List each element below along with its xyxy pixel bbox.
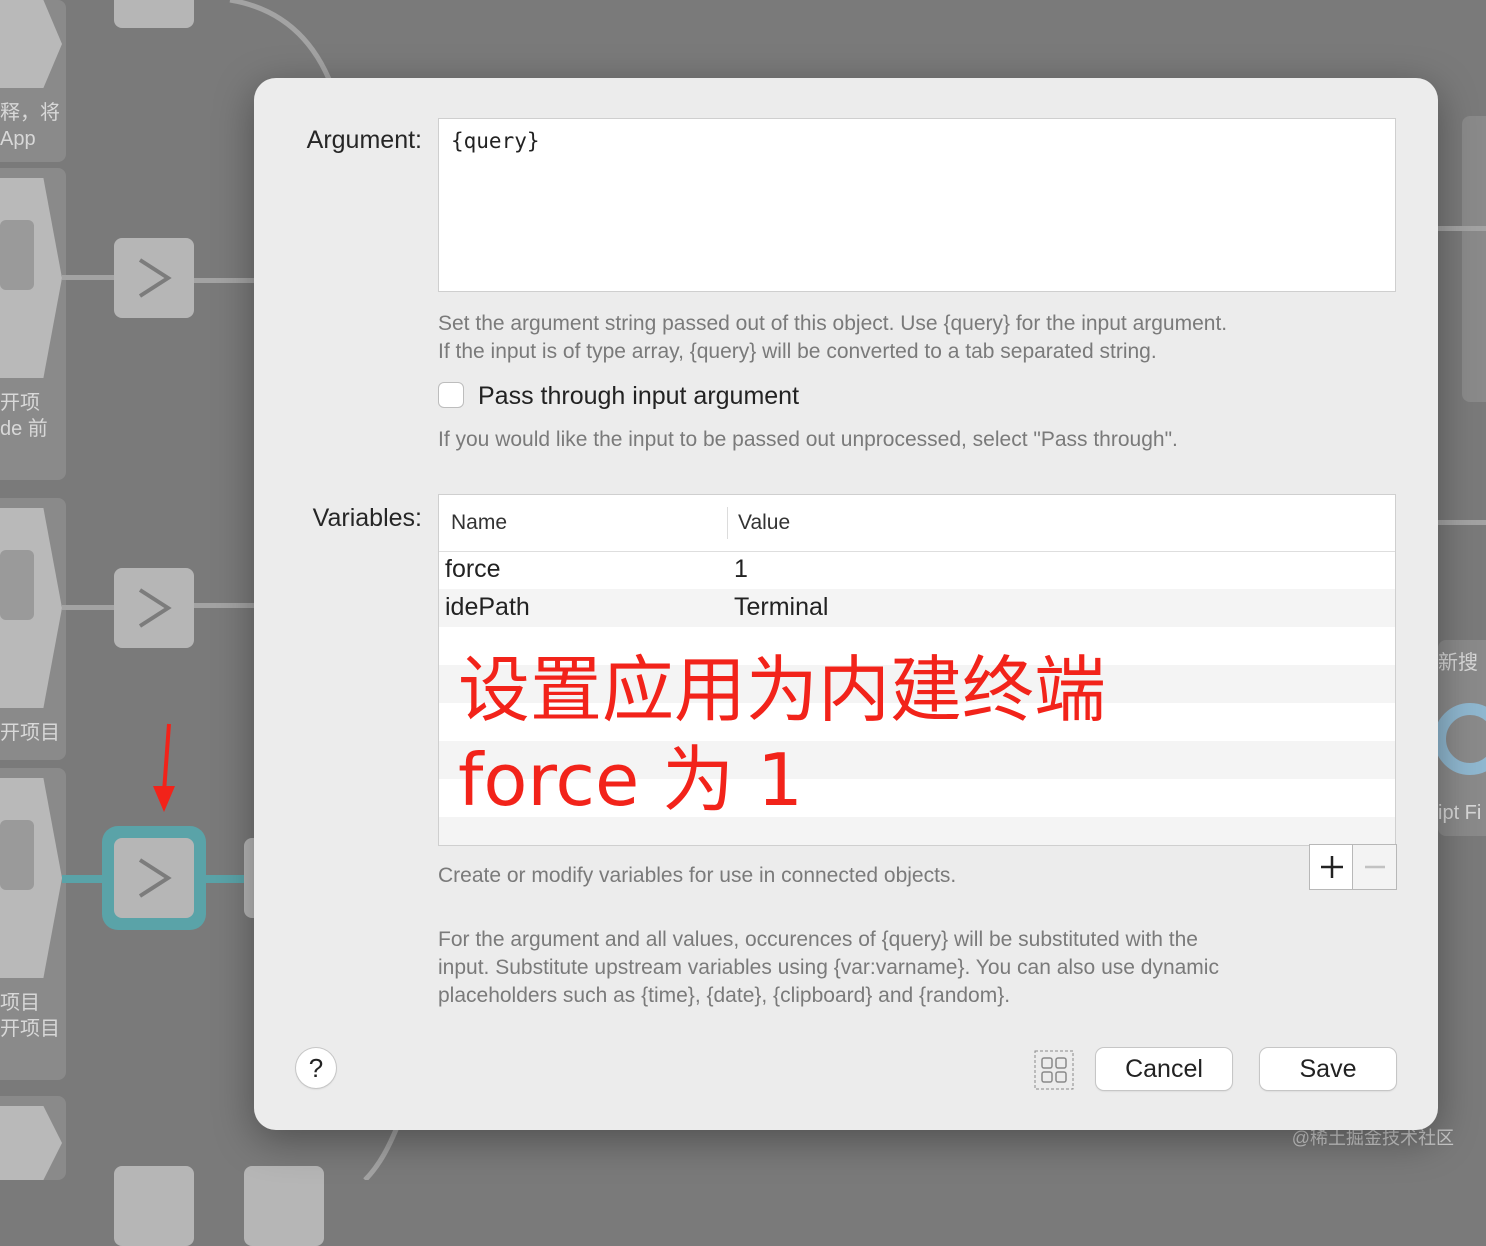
table-row[interactable]: force 1	[439, 551, 1395, 589]
cancel-button[interactable]: Cancel	[1096, 1048, 1232, 1090]
arg-vars-node[interactable]	[114, 0, 194, 28]
variable-value-cell[interactable]: Terminal	[734, 593, 828, 622]
connector-line	[62, 275, 116, 280]
chevron-right-icon	[138, 258, 172, 298]
footer-hint-line-3: placeholders such as {time}, {date}, {cl…	[438, 984, 1011, 1007]
node-caption: 新搜	[1438, 652, 1478, 674]
variable-value-cell[interactable]: 1	[734, 555, 748, 584]
column-divider[interactable]	[727, 507, 728, 539]
annotation-line-2: force 为 1	[458, 738, 803, 822]
connector-line	[194, 278, 258, 283]
chevron-right-icon	[138, 858, 172, 898]
table-row[interactable]: idePath Terminal	[439, 589, 1395, 627]
minus-icon	[1365, 865, 1385, 869]
connector-line	[1438, 226, 1486, 231]
argument-hint-line-2: If the input is of type array, {query} w…	[438, 340, 1157, 363]
variable-name-cell[interactable]: idePath	[445, 593, 530, 622]
variables-label: Variables:	[312, 504, 422, 532]
chevron-right-icon	[138, 588, 172, 628]
arg-vars-node-selected[interactable]	[114, 838, 194, 918]
pass-through-checkbox[interactable]	[438, 382, 464, 408]
node-caption: 项目 开项目	[0, 992, 60, 1040]
plus-icon	[1321, 856, 1343, 878]
arg-vars-node[interactable]	[244, 1166, 324, 1246]
arg-vars-node[interactable]	[114, 1166, 194, 1246]
help-button[interactable]: ?	[296, 1048, 336, 1088]
variable-name-cell[interactable]: force	[445, 555, 501, 584]
annotation-line-1: 设置应用为内建终端	[458, 648, 1107, 732]
footer-hint-line-1: For the argument and all values, occuren…	[438, 928, 1198, 951]
red-arrow-icon	[153, 723, 175, 812]
save-button[interactable]: Save	[1260, 1048, 1396, 1090]
connector-line	[1438, 520, 1486, 525]
node-icon	[0, 820, 34, 890]
node-icon	[0, 220, 34, 290]
pass-through-label[interactable]: Pass through input argument	[478, 382, 799, 411]
add-variable-button[interactable]	[1309, 844, 1353, 890]
remove-variable-button[interactable]	[1353, 844, 1397, 890]
argument-input[interactable]: {query}	[438, 118, 1396, 292]
arg-vars-node[interactable]	[114, 238, 194, 318]
node-caption: 释，将 App	[0, 102, 60, 150]
arg-vars-node[interactable]	[114, 568, 194, 648]
connector-line	[194, 603, 258, 608]
table-header: Name Value	[439, 495, 1395, 552]
refresh-icon	[1436, 703, 1486, 775]
grid-icon[interactable]	[1034, 1050, 1074, 1090]
argument-hint-line-1: Set the argument string passed out of th…	[438, 312, 1228, 335]
variables-hint: Create or modify variables for use in co…	[438, 864, 957, 887]
node-caption: ipt Fi	[1438, 802, 1482, 824]
node-caption: 开项 de 前	[0, 392, 48, 440]
column-header-name[interactable]: Name	[451, 511, 507, 535]
node-icon	[0, 550, 34, 620]
column-header-value[interactable]: Value	[738, 511, 790, 535]
argument-label: Argument:	[306, 126, 422, 154]
footer-hint-line-2: input. Substitute upstream variables usi…	[438, 956, 1219, 979]
workflow-card	[1462, 116, 1486, 402]
pass-through-hint: If you would like the input to be passed…	[438, 428, 1178, 451]
node-caption: 开项目	[0, 722, 60, 744]
connector-line	[62, 605, 116, 610]
arg-vars-config-dialog: Argument: {query} Set the argument strin…	[254, 78, 1438, 1130]
